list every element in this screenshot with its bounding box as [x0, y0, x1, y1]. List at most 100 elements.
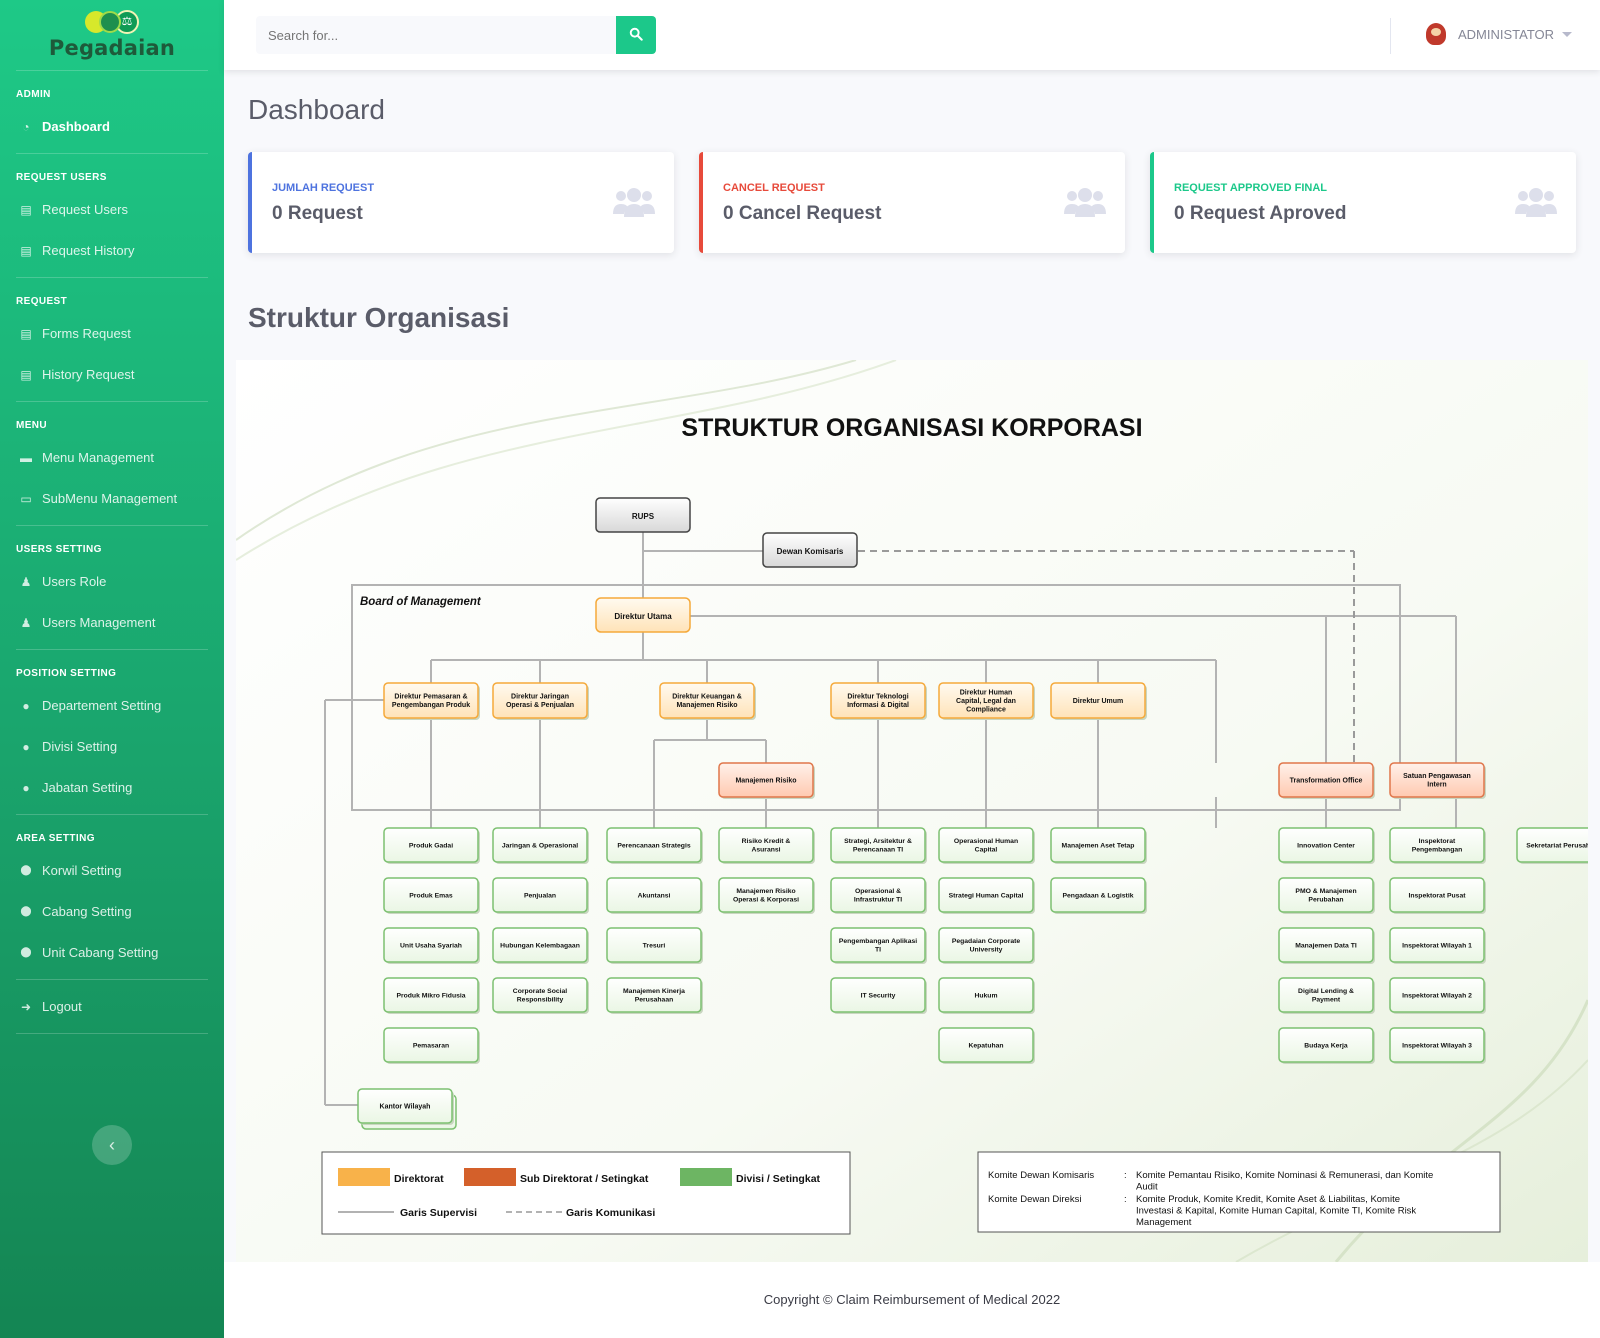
- node-divisi: Pengadaan & Logistik: [1050, 877, 1147, 914]
- avatar: [1422, 20, 1450, 48]
- sidebar-item-dashboard[interactable]: ◔ Dashboard: [0, 106, 224, 147]
- sidebar-item-departement-setting[interactable]: ● Departement Setting: [0, 685, 224, 726]
- sidebar-item-request-history[interactable]: ▤ Request History: [0, 230, 224, 271]
- sidebar-item-users-role[interactable]: ♟ Users Role: [0, 561, 224, 602]
- sidebar-item-cabang-setting[interactable]: ⬤ Cabang Setting: [0, 891, 224, 932]
- komite-key: Komite Dewan Komisaris: [988, 1170, 1094, 1181]
- node-label: Inspektorat Wilayah 2: [1402, 992, 1472, 999]
- node-label: Manajemen Data TI: [1295, 942, 1357, 949]
- sidebar-item-logout[interactable]: ➜ Logout: [0, 986, 224, 1027]
- node-label: Unit Usaha Syariah: [400, 942, 462, 949]
- node-label: Pemasaran: [413, 1042, 449, 1049]
- node-sub-direktorat: Transformation Office: [1278, 762, 1375, 799]
- user-tie-icon: ♟: [20, 574, 32, 589]
- section-title: Struktur Organisasi: [248, 302, 510, 333]
- komite-box: Komite Dewan Komisaris : Komite Pemantau…: [977, 1151, 1501, 1233]
- sidebar-item-label: Cabang Setting: [42, 904, 132, 919]
- card-cancel-request: CANCEL REQUEST 0 Cancel Request: [699, 152, 1125, 253]
- node-divisi: Penjualan: [492, 877, 589, 914]
- card-request-approved: REQUEST APPROVED FINAL 0 Request Aproved: [1150, 152, 1576, 253]
- legend-direktorat: Direktorat: [394, 1173, 444, 1185]
- node-label: Corporate Social Responsibility: [513, 988, 568, 1003]
- node-label: Direktur Teknologi Informasi & Digital: [847, 694, 909, 710]
- sidebar-item-label: SubMenu Management: [42, 491, 178, 506]
- sidebar-item-label: Forms Request: [42, 326, 131, 341]
- sidebar-item-jabatan-setting[interactable]: ● Jabatan Setting: [0, 767, 224, 808]
- node-divisi: Manajemen Aset Tetap: [1050, 827, 1147, 864]
- node-label: Budaya Kerja: [1304, 1042, 1348, 1049]
- sidebar-item-unit-cabang-setting[interactable]: ⬤ Unit Cabang Setting: [0, 932, 224, 973]
- brand[interactable]: ⚖ Pegadaian: [0, 0, 224, 70]
- folder-open-icon: ▭: [20, 491, 32, 506]
- sidebar-toggle-button[interactable]: ‹: [92, 1125, 132, 1165]
- node-label: Operasional & Infrastruktur TI: [854, 888, 902, 903]
- search-button[interactable]: [616, 16, 656, 54]
- node-kantor-wilayah: Kantor Wilayah: [357, 1088, 454, 1125]
- sidebar-item-submenu-management[interactable]: ▭ SubMenu Management: [0, 478, 224, 519]
- sidebar-item-divisi-setting[interactable]: ● Divisi Setting: [0, 726, 224, 767]
- node-label: Inspektorat Wilayah 3: [1402, 1042, 1472, 1049]
- node-label: Sekretariat Perusahaan: [1526, 842, 1588, 849]
- book-icon: ▤: [20, 202, 32, 217]
- logo: ⚖: [85, 10, 139, 34]
- sidebar-heading: POSITION SETTING: [16, 668, 117, 679]
- node-label: Transformation Office: [1290, 777, 1363, 784]
- sidebar-item-history-request[interactable]: ▤ History Request: [0, 354, 224, 395]
- dashboard-icon: ◔: [22, 119, 30, 134]
- node-label: Produk Mikro Fidusia: [396, 992, 465, 999]
- sidebar-item-users-management[interactable]: ♟ Users Management: [0, 602, 224, 643]
- node-divisi: Operasional Human Capital: [938, 827, 1035, 864]
- card-value: 0 Cancel Request: [723, 203, 882, 224]
- node-divisi: Innovation Center: [1278, 827, 1375, 864]
- node-direktur-utama: Direktur Utama: [595, 597, 691, 633]
- node-label: Strategi, Arsitektur & Perencanaan TI: [844, 838, 912, 853]
- footer: Copyright © Claim Reimbursement of Medic…: [224, 1262, 1600, 1338]
- node-label: Inspektorat Wilayah 1: [1402, 942, 1472, 949]
- sidebar-item-forms-request[interactable]: ▤ Forms Request: [0, 313, 224, 354]
- node-label: Direktur Jaringan Operasi & Penjualan: [506, 694, 574, 710]
- node-label: IT Security: [861, 992, 896, 999]
- sidebar-item-korwil-setting[interactable]: ⬤ Korwil Setting: [0, 850, 224, 891]
- node-director: Direktur Umum: [1050, 682, 1147, 720]
- node-label: Manajemen Risiko: [735, 777, 796, 784]
- node-divisi: Kepatuhan: [938, 1027, 1035, 1064]
- node-label: Manajemen Aset Tetap: [1062, 842, 1135, 849]
- node-label: Perencanaan Strategis: [617, 842, 691, 849]
- user-icon: ●: [22, 698, 30, 713]
- user-tie-icon: ♟: [20, 615, 32, 630]
- node-label: Dewan Komisaris: [777, 547, 844, 556]
- node-divisi: Risiko Kredit & Asuransi: [718, 827, 815, 864]
- node-divisi: Inspektorat Pengembangan: [1389, 827, 1486, 864]
- node-divisi: Produk Mikro Fidusia: [383, 977, 480, 1014]
- sidebar-item-menu-management[interactable]: ▬ Menu Management: [0, 437, 224, 478]
- sidebar-item-label: History Request: [42, 367, 135, 382]
- node-rups: RUPS: [595, 497, 691, 533]
- search-icon: [629, 27, 643, 41]
- node-divisi: Produk Emas: [383, 877, 480, 914]
- legend-divisi: Divisi / Setingkat: [736, 1173, 821, 1185]
- node-director: Direktur Jaringan Operasi & Penjualan: [492, 682, 589, 720]
- search-input[interactable]: [256, 16, 616, 54]
- node-label: Kantor Wilayah: [380, 1103, 431, 1110]
- node-label: RUPS: [632, 512, 655, 521]
- node-label: Direktur Umum: [1073, 698, 1124, 705]
- sidebar-item-label: Departement Setting: [42, 698, 162, 713]
- sidebar-item-request-users[interactable]: ▤ Request Users: [0, 189, 224, 230]
- sidebar-item-label: Users Role: [42, 574, 107, 589]
- sidebar-heading: REQUEST USERS: [16, 172, 107, 183]
- node-label: Strategi Human Capital: [949, 892, 1024, 899]
- user-name: ADMINISTATOR: [1458, 26, 1555, 42]
- user-icon: ●: [22, 739, 30, 754]
- node-label: Produk Emas: [409, 892, 453, 899]
- node-divisi: IT Security: [830, 977, 927, 1014]
- legend-swatch-divisi: [680, 1168, 732, 1186]
- user-dropdown[interactable]: ADMINISTATOR: [1422, 20, 1573, 48]
- node-label: Inspektorat Pusat: [1408, 892, 1466, 899]
- sidebar-item-label: Request Users: [42, 202, 128, 217]
- komite-key: Komite Dewan Direksi: [988, 1194, 1081, 1205]
- card-jumlah-request: JUMLAH REQUEST 0 Request: [248, 152, 674, 253]
- sidebar-item-label: Users Management: [42, 615, 156, 630]
- node-divisi: Operasional & Infrastruktur TI: [830, 877, 927, 914]
- legend-komunikasi: Garis Komunikasi: [566, 1207, 655, 1219]
- map-marker-icon: ⬤: [20, 906, 32, 917]
